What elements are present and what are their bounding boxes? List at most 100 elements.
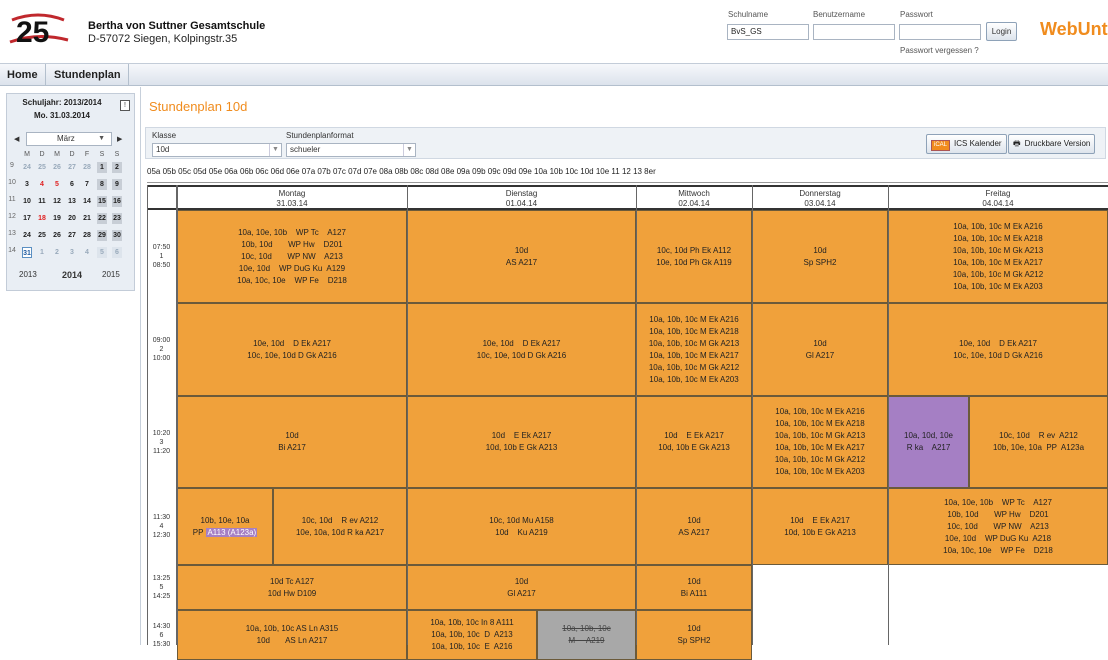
lesson-cell[interactable]: 10a, 10e, 10b WP Tc A127 10b, 10d WP Hw D…: [177, 210, 407, 303]
lesson-cell[interactable]: 10d E Ek A217 10d, 10b E Gk A213: [636, 396, 752, 488]
lesson-cell[interactable]: 10e, 10d D Ek A217 10c, 10e, 10d D Gk A21…: [177, 303, 407, 396]
calendar-day[interactable]: 19: [52, 213, 62, 224]
ics-calendar-button[interactable]: iCAL ICS Kalender: [926, 134, 1007, 154]
calendar-day[interactable]: 11: [37, 196, 47, 207]
school-address: D-57072 Siegen, Kolpingstr.35: [88, 33, 238, 45]
calendar-day[interactable]: 4: [37, 179, 47, 190]
schulname-input[interactable]: BvS_GS: [727, 24, 809, 40]
calendar-day[interactable]: 20: [67, 213, 77, 224]
calendar-day[interactable]: 1: [37, 247, 47, 258]
calendar-day[interactable]: 2: [52, 247, 62, 258]
calendar-day[interactable]: 10: [22, 196, 32, 207]
login-button[interactable]: Login: [986, 22, 1017, 41]
year-2015[interactable]: 2015: [102, 270, 120, 279]
calendar-day[interactable]: 6: [67, 179, 77, 190]
calendar-day[interactable]: 22: [97, 213, 107, 224]
calendar-day[interactable]: 13: [67, 196, 77, 207]
lesson-cell[interactable]: 10a, 10b, 10c M Ek A216 10a, 10b, 10c M E…: [888, 210, 1108, 303]
calendar-day[interactable]: 6: [112, 247, 122, 258]
calendar-day[interactable]: 14: [82, 196, 92, 207]
calendar-day[interactable]: 25: [37, 230, 47, 241]
format-select[interactable]: schueler ▼: [286, 143, 416, 157]
benutzername-input[interactable]: [813, 24, 895, 40]
calendar-day[interactable]: 24: [22, 230, 32, 241]
calendar-day[interactable]: 15: [97, 196, 107, 207]
calendar-day[interactable]: 5: [97, 247, 107, 258]
calendar-day[interactable]: 7: [82, 179, 92, 190]
lesson-cell[interactable]: 10e, 10d D Ek A217 10c, 10e, 10d D Gk A21…: [407, 303, 636, 396]
calendar-day[interactable]: 25: [37, 162, 47, 173]
calendar-day[interactable]: 16: [112, 196, 122, 207]
lesson-cell[interactable]: 10a, 10b, 10c In 8 A111 10a, 10b, 10c D A…: [407, 610, 537, 660]
calendar-day[interactable]: 1: [97, 162, 107, 173]
divider: [147, 185, 1108, 187]
lesson-cell[interactable]: 10a, 10b, 10c AS Ln A315 10d AS Ln A217: [177, 610, 407, 660]
lesson-cell[interactable]: 10a, 10b, 10c M A219: [537, 610, 636, 660]
calendar-day[interactable]: 8: [97, 179, 107, 190]
lesson-cell[interactable]: 10c, 10d R ev A212 10e, 10a, 10d R ka A21…: [273, 488, 407, 565]
calendar-day[interactable]: 23: [112, 213, 122, 224]
lesson-line: 10e, 10d D Ek A217: [482, 338, 561, 348]
calendar-day[interactable]: 27: [67, 230, 77, 241]
lesson-cell[interactable]: 10e, 10d D Ek A217 10c, 10e, 10d D Gk A21…: [888, 303, 1108, 396]
lesson-cell[interactable]: 10a, 10b, 10c M Ek A216 10a, 10b, 10c M E…: [752, 396, 888, 488]
klasse-select[interactable]: 10d ▼: [152, 143, 282, 157]
lesson-cell[interactable]: 10c, 10d Mu A158 10d Ku A219: [407, 488, 636, 565]
lesson-cell[interactable]: 10d Bi A217: [177, 396, 407, 488]
lesson-cell[interactable]: 10d Sp SPH2: [752, 210, 888, 303]
month-select[interactable]: März ▼: [26, 132, 112, 146]
day-date: 04.04.14: [982, 199, 1014, 208]
lesson-cell[interactable]: 10c, 10d R ev A212 10b, 10e, 10a PP A123a: [969, 396, 1108, 488]
lesson-cell[interactable]: 10a, 10d, 10e R ka A217: [888, 396, 969, 488]
lesson-cell[interactable]: 10d Gl A217: [752, 303, 888, 396]
calendar-day[interactable]: 17: [22, 213, 32, 224]
calendar-day[interactable]: 2: [112, 162, 122, 173]
lesson-line: 10a, 10b, 10c M Ek A218: [649, 326, 739, 336]
calendar-day[interactable]: 21: [82, 213, 92, 224]
class-list[interactable]: 05a 05b 05c 05d 05e 06a 06b 06c 06d 06e …: [147, 167, 656, 176]
calendar-day[interactable]: 31: [22, 247, 32, 258]
year-2014[interactable]: 2014: [62, 270, 82, 280]
passwort-input[interactable]: [899, 24, 981, 40]
calendar-day[interactable]: 26: [52, 162, 62, 173]
calendar-day[interactable]: 28: [82, 162, 92, 173]
calendar-day[interactable]: 12: [52, 196, 62, 207]
lesson-cell[interactable]: 10b, 10e, 10a PP A113 (A123a): [177, 488, 273, 565]
lesson-cell[interactable]: 10a, 10b, 10c M Ek A216 10a, 10b, 10c M E…: [636, 303, 752, 396]
lesson-cell[interactable]: 10d Bi A111: [636, 565, 752, 610]
lesson-cell[interactable]: 10c, 10d Ph Ek A112 10e, 10d Ph Gk A119: [636, 210, 752, 303]
calendar-day[interactable]: 9: [112, 179, 122, 190]
calendar-day[interactable]: 26: [52, 230, 62, 241]
lesson-line: 10a, 10d, 10e: [904, 431, 953, 440]
forgot-password-link[interactable]: Passwort vergessen ?: [900, 46, 979, 55]
lesson-cell[interactable]: 10d E Ek A217 10d, 10b E Gk A213: [407, 396, 636, 488]
period-num: 1: [159, 253, 164, 260]
year-2013[interactable]: 2013: [19, 270, 37, 279]
calendar-day[interactable]: 27: [67, 162, 77, 173]
lesson-cell[interactable]: 10d Sp SPH2: [636, 610, 752, 660]
lesson-cell[interactable]: 10a, 10e, 10b WP Tc A127 10b, 10d WP Hw D…: [888, 488, 1108, 565]
calendar-day[interactable]: 4: [82, 247, 92, 258]
nav-stundenplan[interactable]: Stundenplan: [47, 64, 129, 86]
lesson-cell[interactable]: 10d E Ek A217 10d, 10b E Gk A213: [752, 488, 888, 565]
calendar-day[interactable]: 24: [22, 162, 32, 173]
calendar-day[interactable]: 3: [22, 179, 32, 190]
calendar-day[interactable]: 30: [112, 230, 122, 241]
lesson-cell[interactable]: 10d Gl A217: [407, 565, 636, 610]
lesson-cell[interactable]: 10d AS A217: [407, 210, 636, 303]
print-button[interactable]: 🖶 Druckbare Version: [1008, 134, 1096, 154]
lesson-cell[interactable]: 10d Tc A127 10d Hw D109: [177, 565, 407, 610]
calendar-day[interactable]: 5: [52, 179, 62, 190]
calendar-day[interactable]: 28: [82, 230, 92, 241]
calendar-day[interactable]: 18: [37, 213, 47, 224]
next-month-icon[interactable]: ▶: [117, 135, 122, 143]
lesson-cell[interactable]: 10d AS A217: [636, 488, 752, 565]
prev-month-icon[interactable]: ◀: [14, 135, 19, 143]
day-header: Mittwoch 02.04.14: [636, 189, 752, 209]
calendar-day[interactable]: 29: [97, 230, 107, 241]
lesson-line: Gl A217: [805, 350, 835, 360]
period-end: 14:25: [152, 593, 171, 600]
calendar-today-icon[interactable]: !: [120, 100, 130, 111]
nav-home[interactable]: Home: [0, 64, 46, 86]
calendar-day[interactable]: 3: [67, 247, 77, 258]
